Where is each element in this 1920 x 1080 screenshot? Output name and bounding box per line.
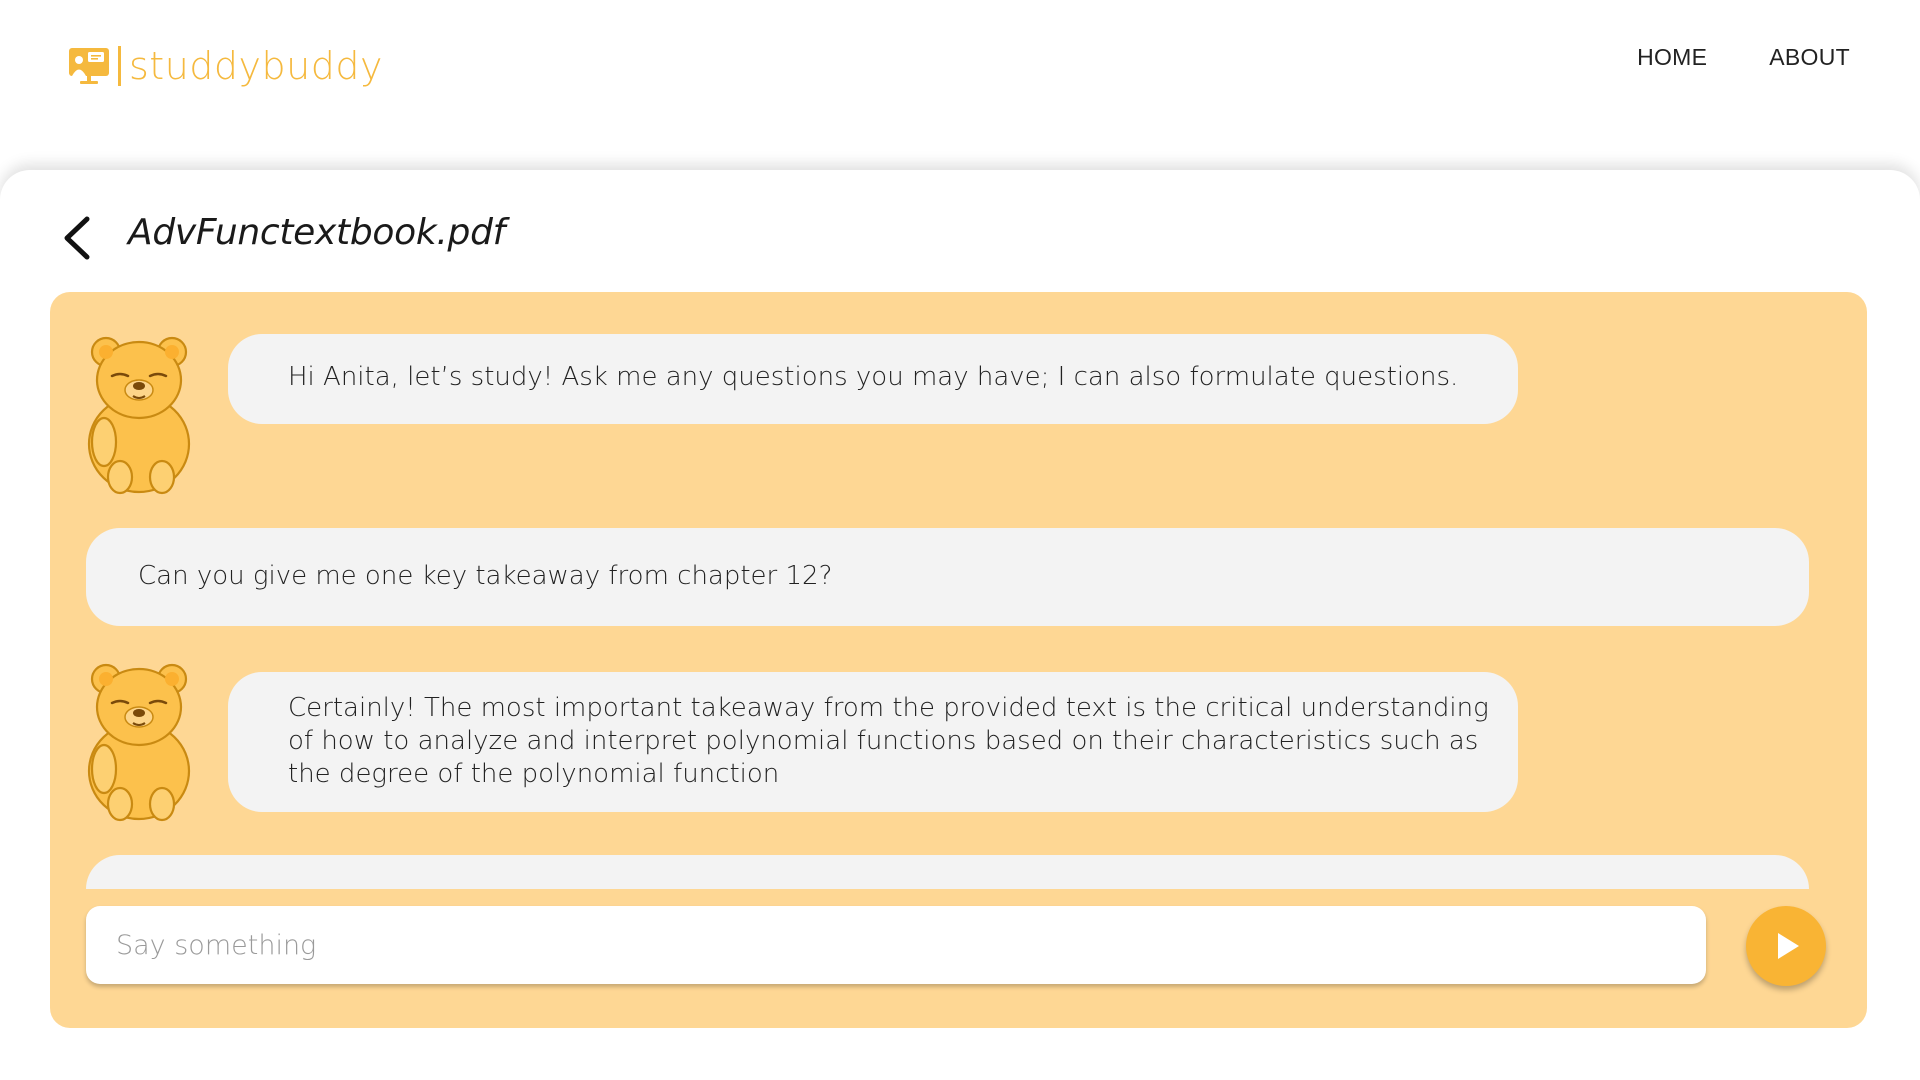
logo-divider: [118, 46, 121, 86]
chevron-left-icon: [64, 216, 90, 260]
user-message-bubble: Can you give me one key takeaway from ch…: [86, 528, 1809, 626]
bot-message-bubble: Hi Anita, let’s study! Ask me any questi…: [228, 334, 1518, 424]
bot-message-text: Certainly! The most important takeaway f…: [288, 692, 1489, 791]
chat-panel: Hi Anita, let’s study! Ask me any questi…: [50, 292, 1867, 1028]
presentation-board-icon: [69, 48, 109, 84]
message-input-container: [86, 906, 1706, 984]
main-nav: HOME ABOUT: [1637, 44, 1850, 71]
bot-message-text: Hi Anita, let’s study! Ask me any questi…: [288, 362, 1459, 392]
bot-message-bubble: Certainly! The most important takeaway f…: [228, 672, 1518, 812]
user-message-text: Can you give me one key takeaway from ch…: [138, 561, 833, 591]
message-input[interactable]: [86, 906, 1706, 984]
user-message-bubble: [86, 855, 1809, 889]
bear-avatar-icon: [87, 336, 191, 495]
send-button[interactable]: [1746, 906, 1826, 986]
message-clip: [86, 855, 1809, 889]
site-header: studdybuddy HOME ABOUT: [0, 0, 1920, 170]
document-title: AdvFunctextbook.pdf: [128, 212, 506, 253]
chat-card: AdvFunctextbook.pdf Hi Anita, let’s stud…: [0, 170, 1920, 1080]
bot-message-line: Certainly! The most important takeaway f…: [288, 693, 1489, 723]
bot-message-line: of how to analyze and interpret polynomi…: [288, 726, 1479, 756]
nav-home-link[interactable]: HOME: [1637, 44, 1707, 71]
play-triangle-icon: [1778, 933, 1799, 959]
bear-avatar-icon: [87, 663, 191, 822]
bot-message-line: the degree of the polynomial function: [288, 759, 780, 789]
logo[interactable]: studdybuddy: [68, 44, 383, 88]
logo-text: studdybuddy: [129, 44, 383, 88]
nav-about-link[interactable]: ABOUT: [1769, 44, 1850, 71]
back-button[interactable]: [56, 208, 96, 268]
